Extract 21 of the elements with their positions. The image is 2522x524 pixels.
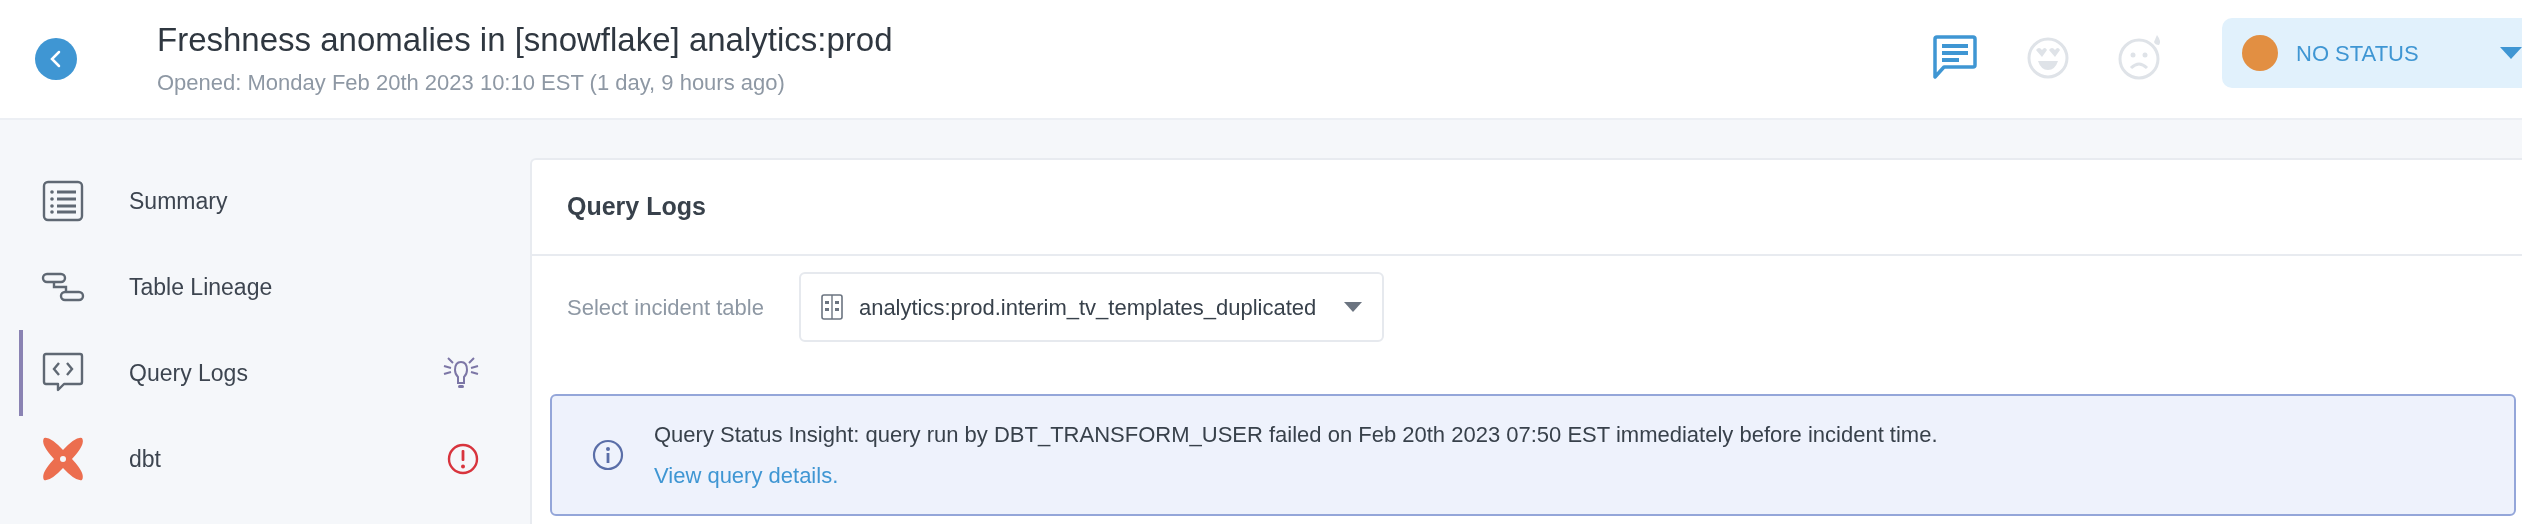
alert-icon — [446, 442, 480, 476]
select-label: Select incident table — [567, 293, 764, 322]
list-icon — [42, 180, 84, 222]
chevron-left-icon — [49, 49, 63, 69]
insight-text: Query Status Insight: query run by DBT_TRANSFORM_USER failed on Feb 20th 2023 07:50 EST immediately before incident time. — [654, 421, 1938, 449]
sidebar-item[interactable]: Table Lineage — [19, 244, 530, 330]
opened-timestamp: Opened: Monday Feb 20th 2023 10:10 EST (1 day, 9 hours ago) — [157, 69, 786, 98]
table-icon — [820, 294, 843, 320]
info-icon — [592, 439, 624, 471]
page-title: Freshness anomalies in [snowflake] analytics:prod — [157, 19, 893, 60]
caret-down-icon — [2500, 47, 2522, 59]
comment-icon[interactable] — [1932, 35, 1978, 79]
sidebar-item[interactable]: dbt — [19, 416, 530, 502]
lineage-icon — [41, 272, 85, 302]
back-button[interactable] — [35, 38, 77, 80]
sidebar-item[interactable]: Summary — [19, 158, 530, 244]
caret-down-icon — [1344, 302, 1363, 312]
lightbulb-icon — [442, 356, 480, 390]
panel-title: Query Logs — [567, 191, 706, 223]
incident-table-select[interactable]: analytics:prod.interim_tv_templates_duplicated — [798, 272, 1385, 342]
code-comment-icon — [42, 352, 84, 394]
